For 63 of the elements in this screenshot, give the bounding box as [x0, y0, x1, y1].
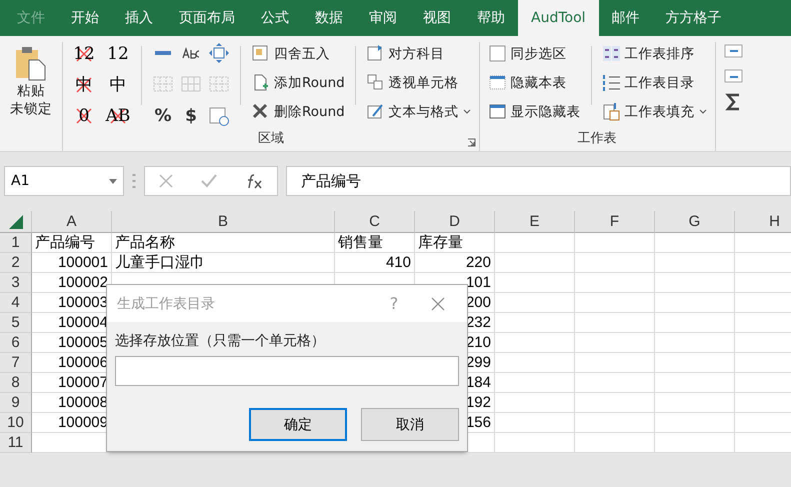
ribbon-button[interactable]: 同步选区 — [488, 42, 581, 65]
ribbon-dropdown[interactable]: 文本与格式 — [366, 100, 471, 123]
ribbon-button[interactable]: 工作表目录 — [602, 71, 707, 94]
row-header[interactable]: 4 — [0, 293, 32, 313]
ribbon-tab[interactable]: AudTool — [518, 0, 599, 36]
column-header[interactable]: D — [415, 211, 495, 233]
ribbon-tab[interactable]: 页面布局 — [166, 0, 248, 36]
ribbon-tab[interactable]: 公式 — [248, 0, 302, 36]
column-header[interactable]: E — [495, 211, 575, 233]
column-header[interactable]: G — [655, 211, 735, 233]
ribbon-button[interactable]: 隐藏本表 — [488, 71, 581, 94]
table-cell: 100001 — [32, 253, 112, 273]
column-header[interactable]: C — [335, 211, 415, 233]
cancel-button[interactable]: 取消 — [361, 408, 459, 441]
row-header[interactable]: 9 — [0, 393, 32, 413]
ribbon-tab[interactable]: 邮件 — [598, 0, 653, 36]
name-box[interactable]: A1 — [4, 166, 124, 196]
ribbon-button[interactable]: 添加Round — [251, 71, 345, 94]
group-label: 区域 — [256, 130, 285, 148]
ribbon-dropdown[interactable]: 工作表填充 — [602, 100, 707, 123]
ribbon-tab[interactable]: 帮助 — [464, 0, 518, 36]
symbol-button[interactable]: % — [152, 104, 174, 127]
row-header[interactable]: 2 — [0, 253, 32, 273]
group-label: 工作表 — [576, 130, 618, 148]
row-header[interactable]: 6 — [0, 333, 32, 353]
ribbon-button[interactable]: 删除Round — [251, 100, 345, 123]
table-cell: 220 — [415, 253, 495, 273]
ribbon-button[interactable]: 显示隐藏表 — [488, 100, 581, 123]
table-cell: 产品名称 — [112, 233, 335, 253]
column-header[interactable]: H — [735, 211, 791, 233]
ok-button[interactable]: 确定 — [249, 408, 347, 441]
dialog-title: 生成工作表目录 — [117, 294, 216, 312]
format-toggle[interactable]: 中 — [105, 73, 131, 96]
ribbon-tab[interactable]: 数据 — [302, 0, 356, 36]
ribbon-button[interactable]: 工作表排序 — [602, 42, 707, 65]
row-header[interactable]: 1 — [0, 233, 32, 253]
ribbon-button[interactable]: 透视单元格 — [366, 71, 471, 94]
ribbon-tab[interactable]: 开始 — [58, 0, 112, 36]
table-cell: 库存量 — [415, 233, 495, 253]
formula-field[interactable]: 产品编号 — [286, 166, 791, 196]
column-header[interactable]: F — [575, 211, 655, 233]
row-header[interactable]: 5 — [0, 313, 32, 333]
ribbon-button[interactable]: 对方科目 — [366, 42, 471, 65]
row-header[interactable]: 3 — [0, 273, 32, 293]
row-header[interactable]: 7 — [0, 353, 32, 373]
table-cell: 销售量 — [335, 233, 415, 253]
format-toggle[interactable]: 12 — [105, 42, 131, 65]
ribbon-tab[interactable]: 审阅 — [356, 0, 410, 36]
ribbon-button[interactable]: 四舍五入 — [251, 42, 345, 65]
ribbon-tab[interactable]: 插入 — [112, 0, 166, 36]
symbol-button[interactable]: $ — [180, 104, 202, 127]
column-header[interactable]: A — [32, 211, 112, 233]
row-header[interactable]: 11 — [0, 433, 32, 453]
table-cell: 410 — [335, 253, 415, 273]
paste-button[interactable]: 粘贴 未锁定 — [8, 42, 54, 122]
table-cell: 儿童手口湿巾 — [112, 253, 335, 273]
row-header[interactable]: 10 — [0, 413, 32, 433]
ribbon-tab[interactable]: 视图 — [410, 0, 464, 36]
row-header[interactable]: 8 — [0, 373, 32, 393]
column-header[interactable]: B — [112, 211, 335, 233]
prompt-label: 选择存放位置（只需一个单元格） — [115, 332, 326, 350]
table-cell: 产品编号 — [32, 233, 112, 253]
ribbon-tab[interactable]: 方方格子 — [652, 0, 735, 36]
